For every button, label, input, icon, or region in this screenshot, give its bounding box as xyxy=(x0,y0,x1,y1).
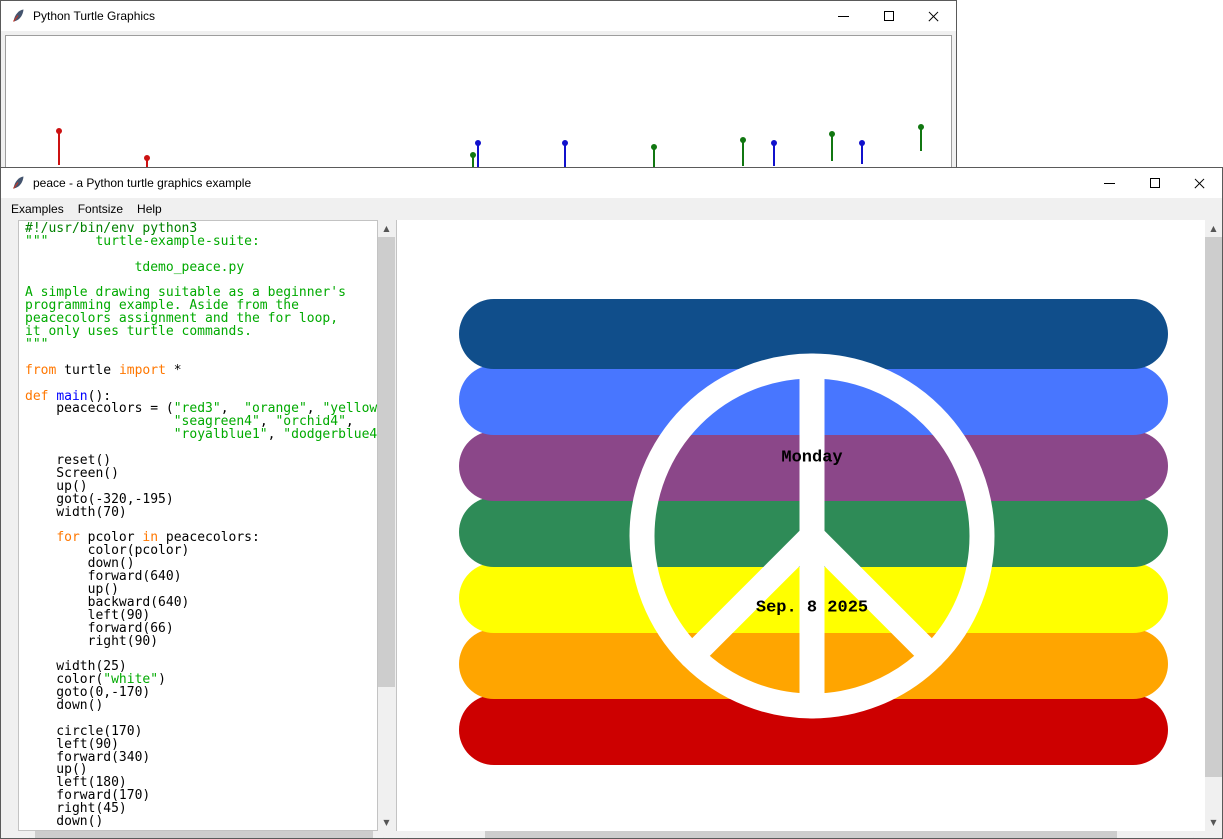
front-window: peace - a Python turtle graphics example… xyxy=(0,167,1223,839)
code-line: from turtle import * xyxy=(25,365,377,378)
tree-dot xyxy=(918,124,924,130)
code-line: it only uses turtle commands. xyxy=(25,326,377,339)
back-titlebar: Python Turtle Graphics xyxy=(1,1,956,31)
scroll-right-icon[interactable]: ► xyxy=(1188,831,1205,838)
code-vscrollbar-thumb[interactable] xyxy=(378,237,395,687)
scroll-right-icon[interactable]: ► xyxy=(378,831,395,838)
scroll-up-icon[interactable]: ▲ xyxy=(1205,220,1222,237)
scroll-down-icon[interactable]: ▼ xyxy=(1205,814,1222,831)
tree-dot xyxy=(56,128,62,134)
front-window-title: peace - a Python turtle graphics example xyxy=(33,176,251,190)
minimize-icon xyxy=(1104,183,1115,184)
back-window-title: Python Turtle Graphics xyxy=(33,9,155,23)
tree-dot xyxy=(859,140,865,146)
tree-dot xyxy=(740,137,746,143)
tree-stem xyxy=(477,143,479,167)
tree-stem xyxy=(773,143,775,166)
scroll-left-icon[interactable]: ◄ xyxy=(396,831,413,838)
minimize-button[interactable] xyxy=(1087,168,1132,198)
code-pane[interactable]: #!/usr/bin/env python3""" turtle-example… xyxy=(18,220,378,831)
code-line: down() xyxy=(25,816,377,829)
menubar: Examples Fontsize Help xyxy=(1,198,1222,220)
maximize-button[interactable] xyxy=(1132,168,1177,198)
code-line: tdemo_peace.py xyxy=(25,262,377,275)
code-line: width(70) xyxy=(25,507,377,520)
peace-left-diagonal xyxy=(692,536,812,656)
canvas-label: Sep. 8 2025 xyxy=(756,599,868,618)
tk-feather-icon xyxy=(10,8,26,24)
code-line: down() xyxy=(25,700,377,713)
tk-feather-icon xyxy=(10,175,26,191)
peace-right-diagonal xyxy=(812,536,932,656)
canvas-label: Monday xyxy=(781,449,842,468)
tree-stem xyxy=(58,131,60,165)
tree-dot xyxy=(771,140,777,146)
menu-help[interactable]: Help xyxy=(130,200,169,218)
code-line: """ xyxy=(25,339,377,352)
code-line: "royalblue1", "dodgerblue4 xyxy=(25,429,377,442)
code-text: #!/usr/bin/env python3""" turtle-example… xyxy=(25,223,377,829)
scroll-up-icon[interactable]: ▲ xyxy=(378,220,395,237)
canvas-vscrollbar-thumb[interactable] xyxy=(1205,237,1222,777)
canvas-hscrollbar[interactable]: ◄ ► xyxy=(396,831,1205,838)
tree-stem xyxy=(861,143,863,164)
close-button[interactable] xyxy=(1177,168,1222,198)
close-icon xyxy=(1193,177,1206,190)
scroll-down-icon[interactable]: ▼ xyxy=(378,814,395,831)
drawing-canvas: Monday Sep. 8 2025 xyxy=(396,220,1205,831)
tree-dot xyxy=(475,140,481,146)
code-line: """ turtle-example-suite: xyxy=(25,236,377,249)
canvas-hscrollbar-thumb[interactable] xyxy=(485,831,1117,838)
code-hscrollbar-thumb[interactable] xyxy=(35,831,373,838)
maximize-icon xyxy=(884,11,894,21)
tree-dot xyxy=(470,152,476,158)
canvas-vscrollbar[interactable]: ▲ ▼ xyxy=(1205,220,1222,831)
tree-stem xyxy=(564,143,566,168)
minimize-icon xyxy=(838,16,849,17)
menu-examples[interactable]: Examples xyxy=(4,200,71,218)
code-vscrollbar[interactable]: ▲ ▼ xyxy=(378,220,395,831)
minimize-button[interactable] xyxy=(821,1,866,31)
tree-stem xyxy=(920,127,922,151)
code-line: right(90) xyxy=(25,636,377,649)
maximize-button[interactable] xyxy=(866,1,911,31)
tree-dot xyxy=(651,144,657,150)
scroll-left-icon[interactable]: ◄ xyxy=(18,831,35,838)
menu-fontsize[interactable]: Fontsize xyxy=(71,200,130,218)
close-icon xyxy=(927,10,940,23)
close-button[interactable] xyxy=(911,1,956,31)
tree-dot xyxy=(562,140,568,146)
demo-content: #!/usr/bin/env python3""" turtle-example… xyxy=(1,220,1222,838)
maximize-icon xyxy=(1150,178,1160,188)
tree-stem xyxy=(742,140,744,166)
tree-dot xyxy=(144,155,150,161)
code-hscrollbar[interactable]: ◄ ► xyxy=(18,831,395,838)
tree-stem xyxy=(653,147,655,167)
tree-stem xyxy=(831,134,833,161)
front-titlebar: peace - a Python turtle graphics example xyxy=(1,168,1222,198)
peace-symbol xyxy=(397,220,1205,831)
tree-dot xyxy=(829,131,835,137)
